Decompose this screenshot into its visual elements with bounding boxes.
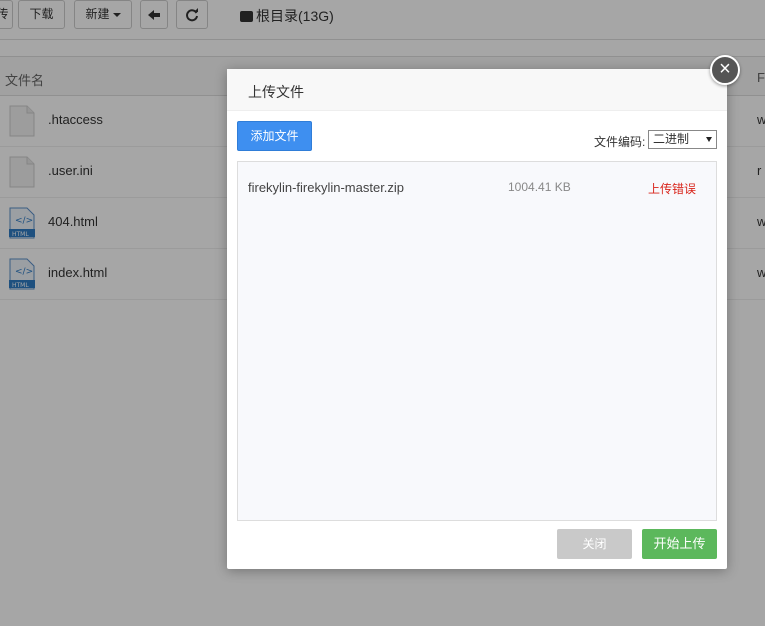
encoding-label: 文件编码:: [594, 135, 646, 149]
chevron-down-icon: [706, 137, 712, 142]
upload-file-list[interactable]: firekylin-firekylin-master.zip 1004.41 K…: [237, 161, 717, 521]
upload-file-size: 1004.41 KB: [508, 180, 571, 194]
upload-file-dialog: 上传文件 × 添加文件 文件编码: 二进制 firekylin-firekyli…: [227, 55, 740, 569]
add-file-button[interactable]: 添加文件: [237, 121, 312, 151]
upload-list-item: firekylin-firekylin-master.zip 1004.41 K…: [238, 162, 716, 212]
dialog-title: 上传文件: [248, 84, 304, 100]
close-icon[interactable]: ×: [710, 55, 740, 85]
dialog-header: 上传文件: [227, 69, 727, 111]
upload-status: 上传错误: [648, 182, 697, 196]
encoding-value: 二进制: [653, 132, 690, 146]
start-upload-button[interactable]: 开始上传: [642, 529, 717, 559]
encoding-select[interactable]: 二进制: [648, 130, 717, 149]
close-button[interactable]: 关闭: [557, 529, 632, 559]
upload-file-name: firekylin-firekylin-master.zip: [248, 180, 405, 195]
